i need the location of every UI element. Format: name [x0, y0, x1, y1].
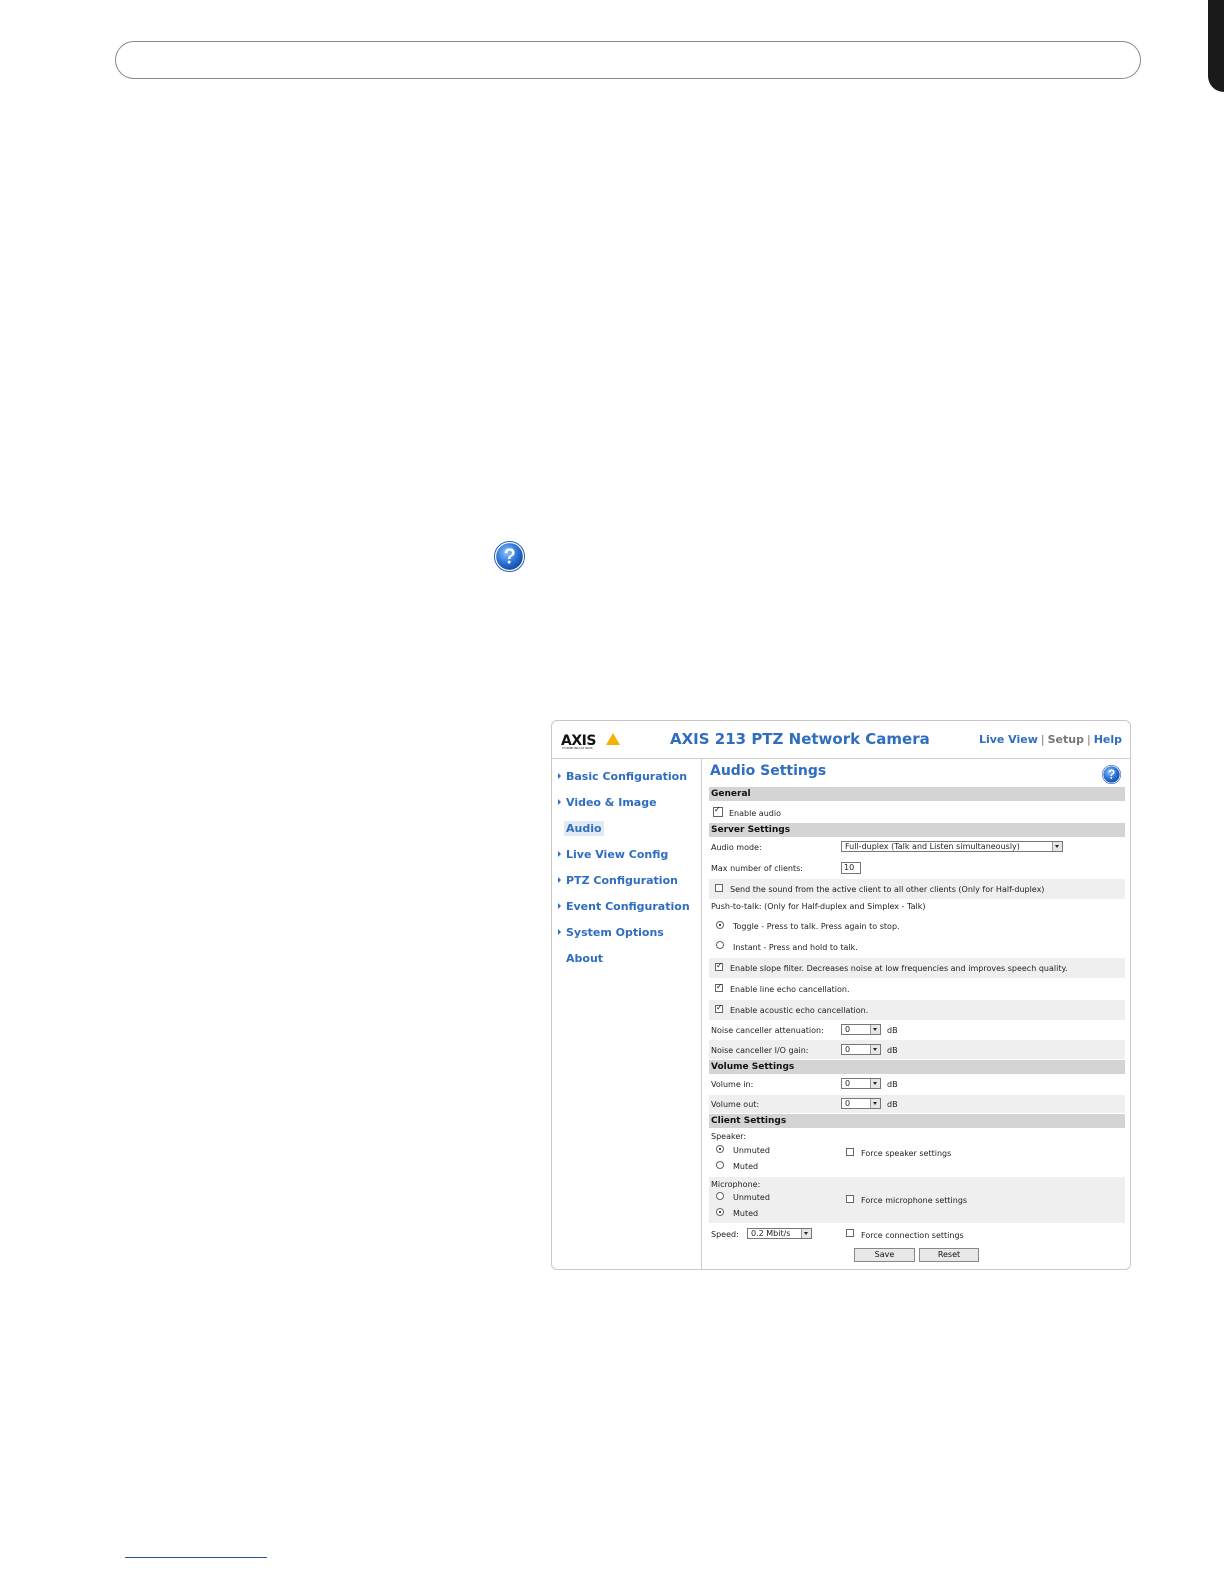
enable-audio-checkbox[interactable] [713, 805, 723, 817]
volume-out-row: Volume out: 0 dB [709, 1095, 1125, 1113]
volume-out-select[interactable]: 0 [841, 1098, 881, 1109]
setup-link[interactable]: Setup [1048, 733, 1084, 746]
acoustic-echo-checkbox[interactable] [715, 1003, 723, 1013]
reset-button[interactable]: Reset [919, 1248, 979, 1262]
page-header-bar [115, 41, 1141, 79]
footer-rule [125, 1557, 267, 1558]
noise-attenuation-select[interactable]: 0 [841, 1024, 881, 1035]
chevron-down-icon [870, 1079, 880, 1088]
max-clients-input[interactable]: 10 [841, 862, 861, 874]
help-icon[interactable] [1102, 765, 1121, 784]
ptt-instant-row: Instant - Press and hold to talk. [709, 937, 1125, 957]
sidebar-item-system-options[interactable]: System Options [558, 926, 664, 939]
noise-attenuation-row: Noise canceller attenuation: 0 dB [711, 1024, 898, 1035]
volume-in-row: Volume in: 0 dB [711, 1078, 898, 1089]
audio-mode-select[interactable]: Full-duplex (Talk and Listen simultaneou… [841, 841, 1063, 852]
acoustic-echo-row: Enable acoustic echo cancellation. [709, 1000, 1125, 1020]
force-connection-checkbox[interactable] [846, 1229, 854, 1237]
page-edge-tab [1208, 0, 1224, 92]
sidebar-item-about[interactable]: About [566, 952, 603, 965]
push-to-talk-row: Push-to-talk: (Only for Half-duplex and … [711, 902, 926, 911]
max-clients-row: Max number of clients: 10 [709, 858, 1125, 877]
sidebar-item-video-image[interactable]: Video & Image [558, 796, 657, 809]
sidebar-item-ptz-configuration[interactable]: PTZ Configuration [558, 874, 678, 887]
ptt-toggle-radio[interactable] [716, 921, 724, 929]
arrow-right-icon [558, 773, 561, 779]
logo-triangle-icon [606, 733, 620, 745]
force-microphone-checkbox[interactable] [846, 1195, 854, 1203]
speed-row: Speed: 0.2 Mbit/s Force connection setti… [711, 1228, 964, 1240]
slope-filter-row: Enable slope filter. Decreases noise at … [709, 958, 1125, 978]
page-title: Audio Settings [710, 763, 827, 779]
top-links: Live View | Setup | Help [978, 733, 1122, 746]
microphone-row: Microphone: Unmuted Muted Force micropho… [709, 1177, 1125, 1223]
enable-audio-row: Enable audio [709, 803, 1125, 821]
volume-in-select[interactable]: 0 [841, 1078, 881, 1089]
setup-sidebar: Basic Configuration Video & Image Audio … [552, 759, 702, 1269]
audio-mode-row: Audio mode: Full-duplex (Talk and Listen… [709, 838, 1125, 857]
section-server-settings: Server Settings [709, 823, 1125, 837]
chevron-down-icon [870, 1045, 880, 1054]
arrow-right-icon [558, 903, 561, 909]
speed-select[interactable]: 0.2 Mbit/s [747, 1228, 812, 1239]
line-echo-row: Enable line echo cancellation. [709, 979, 1125, 999]
arrow-right-icon [558, 851, 561, 857]
ptt-instant-radio[interactable] [716, 941, 724, 949]
chevron-down-icon [1052, 842, 1062, 851]
chevron-down-icon [870, 1025, 880, 1034]
section-general: General [709, 787, 1125, 801]
ptt-toggle-row: Toggle - Press to talk. Press again to s… [709, 916, 1125, 936]
camera-top-bar: AXIS COMMUNICATIONS AXIS 213 PTZ Network… [552, 721, 1130, 759]
noise-gain-select[interactable]: 0 [841, 1044, 881, 1055]
speaker-row: Speaker: Unmuted Muted Force speaker set… [711, 1132, 952, 1171]
speaker-muted-radio[interactable] [716, 1161, 724, 1169]
sidebar-item-basic-configuration[interactable]: Basic Configuration [558, 770, 687, 783]
microphone-unmuted-radio[interactable] [716, 1192, 724, 1200]
live-view-link[interactable]: Live View [979, 733, 1038, 746]
camera-audio-settings-screenshot: AXIS COMMUNICATIONS AXIS 213 PTZ Network… [551, 720, 1131, 1270]
noise-gain-row: Noise canceller I/O gain: 0 dB [709, 1040, 1125, 1059]
camera-title: AXIS 213 PTZ Network Camera [670, 730, 930, 748]
line-echo-checkbox[interactable] [715, 982, 723, 992]
arrow-right-icon [558, 799, 561, 805]
send-sound-checkbox[interactable] [715, 884, 723, 892]
sidebar-item-event-configuration[interactable]: Event Configuration [558, 900, 690, 913]
send-sound-row: Send the sound from the active client to… [709, 879, 1125, 899]
chevron-down-icon [870, 1099, 880, 1108]
speaker-unmuted-radio[interactable] [716, 1145, 724, 1153]
axis-logo: AXIS COMMUNICATIONS [561, 730, 621, 752]
arrow-right-icon [558, 877, 561, 883]
arrow-right-icon [558, 929, 561, 935]
audio-settings-form: Audio Settings General Enable audio Serv… [709, 759, 1125, 1269]
sidebar-item-live-view-config[interactable]: Live View Config [558, 848, 668, 861]
save-button[interactable]: Save [854, 1248, 915, 1262]
slope-filter-checkbox[interactable] [715, 961, 723, 971]
help-icon[interactable] [494, 541, 525, 572]
section-client-settings: Client Settings [709, 1114, 1125, 1128]
sidebar-item-audio[interactable]: Audio [564, 821, 604, 836]
help-link[interactable]: Help [1094, 733, 1122, 746]
section-volume-settings: Volume Settings [709, 1060, 1125, 1074]
force-speaker-checkbox[interactable] [846, 1148, 854, 1156]
chevron-down-icon [801, 1229, 811, 1238]
microphone-muted-radio[interactable] [716, 1208, 724, 1216]
